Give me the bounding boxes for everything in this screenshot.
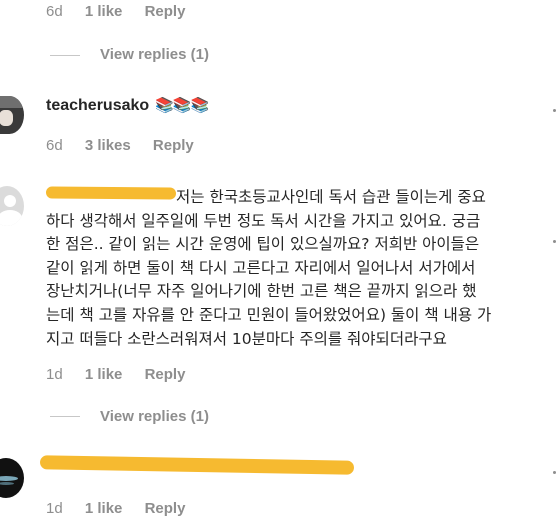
comment-time: 6d — [46, 137, 63, 154]
view-replies-button[interactable]: View replies (1) — [100, 408, 209, 425]
comment-text: 저는 한국초등교사인데 독서 습관 들이는게 중요 하다 생각해서 일주일에 두… — [46, 188, 492, 348]
comment-meta-row: 1d 1 like Reply — [46, 366, 185, 383]
redacted-username — [39, 455, 355, 475]
comment-likes[interactable]: 3 likes — [85, 137, 131, 154]
comment-username-row: teacherusako 📚📚📚 — [46, 96, 209, 115]
avatar[interactable] — [0, 186, 24, 226]
avatar[interactable] — [0, 96, 24, 134]
comment-meta-row: 6d 3 likes Reply — [46, 137, 194, 154]
comment-meta-row: 6d 1 like Reply — [46, 3, 185, 20]
view-replies-line — [50, 416, 80, 417]
avatar[interactable] — [0, 458, 24, 498]
comment-time: 1d — [46, 500, 63, 517]
comment-meta-row: 1d 1 like Reply — [46, 500, 185, 517]
comment-likes[interactable]: 1 like — [85, 3, 123, 20]
comment-time: 6d — [46, 3, 63, 20]
view-replies-line — [50, 55, 80, 56]
comment-likes[interactable]: 1 like — [85, 366, 123, 383]
comment-likes[interactable]: 1 like — [85, 500, 123, 517]
reply-button[interactable]: Reply — [145, 500, 186, 517]
reply-button[interactable]: Reply — [145, 366, 186, 383]
comment-time: 1d — [46, 366, 63, 383]
username[interactable]: teacherusako — [46, 97, 149, 114]
view-replies-button[interactable]: View replies (1) — [100, 46, 209, 63]
reply-button[interactable]: Reply — [145, 3, 186, 20]
reply-button[interactable]: Reply — [153, 137, 194, 154]
books-emoji-icon: 📚📚📚 — [155, 97, 209, 114]
